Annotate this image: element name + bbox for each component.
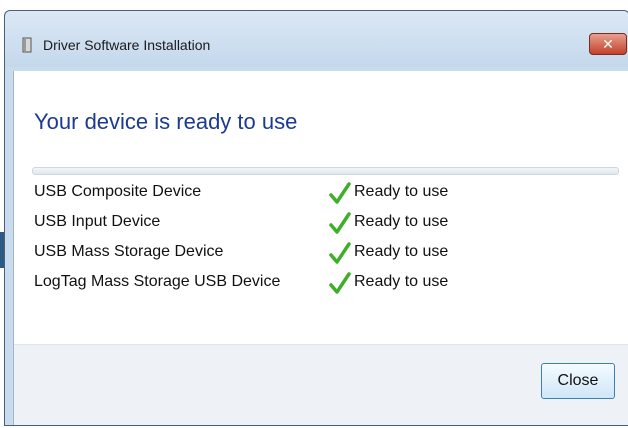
device-row: USB Mass Storage Device Ready to use	[34, 241, 614, 265]
progress-bar	[32, 167, 619, 175]
status-text: Ready to use	[354, 183, 449, 200]
window-title: Driver Software Installation	[43, 37, 211, 53]
screen: Driver Software Installation ✕ Your devi…	[0, 0, 628, 428]
checkmark-icon	[329, 242, 351, 264]
device-name: LogTag Mass Storage USB Device	[34, 273, 281, 290]
checkmark-icon	[329, 212, 351, 234]
button-bar: Close	[14, 344, 628, 425]
device-name: USB Input Device	[34, 213, 161, 230]
device-name: USB Mass Storage Device	[34, 243, 224, 260]
dialog-content: Your device is ready to use USB Composit…	[13, 71, 628, 425]
device-name: USB Composite Device	[34, 183, 202, 200]
page-title: Your device is ready to use	[34, 109, 298, 134]
close-button[interactable]: Close	[541, 363, 615, 399]
status-text: Ready to use	[354, 213, 449, 230]
close-icon: ✕	[602, 36, 614, 52]
device-drive-icon	[22, 37, 32, 53]
checkmark-icon	[329, 272, 351, 294]
checkmark-icon	[329, 182, 351, 204]
device-row: LogTag Mass Storage USB Device Ready to …	[34, 271, 614, 295]
status-text: Ready to use	[354, 243, 449, 260]
status-text: Ready to use	[354, 273, 449, 290]
device-row: USB Composite Device Ready to use	[34, 181, 614, 205]
window-close-button[interactable]: ✕	[589, 33, 627, 55]
title-bar[interactable]: Driver Software Installation ✕	[5, 11, 628, 67]
dialog-window: Driver Software Installation ✕ Your devi…	[4, 10, 628, 426]
device-row: USB Input Device Ready to use	[34, 211, 614, 235]
